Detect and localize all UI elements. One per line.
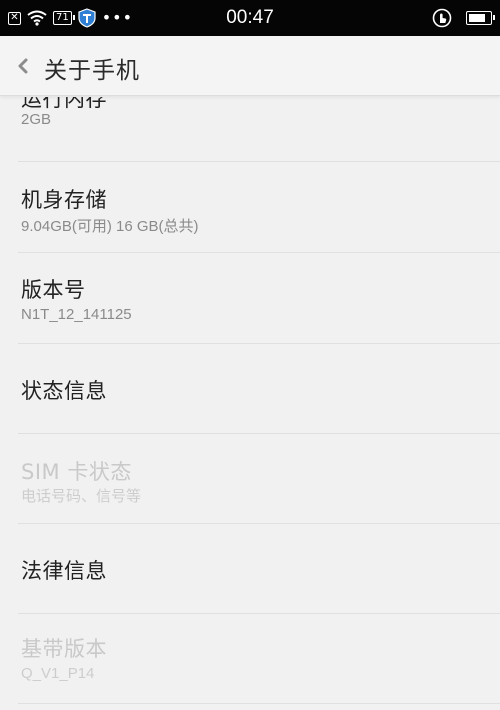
item-subtitle: 电话号码、信号等 [21,488,142,505]
settings-list: 运行内存 2GB 机身存储 9.04GB(可用) 16 GB(总共) 版本号 N… [0,97,500,710]
list-item-legal[interactable]: 法律信息 [0,524,500,614]
page-title: 关于手机 [44,58,140,84]
list-item-baseband[interactable]: 基带版本 Q_V1_P14 [0,614,500,704]
status-bar: ✕ 71 ••• 00:47 [0,0,500,36]
app-header: 关于手机 [0,36,500,96]
item-title: 法律信息 [21,559,107,583]
item-title: 版本号 [21,278,86,302]
item-subtitle: Q_V1_P14 [21,665,95,682]
item-title: 基带版本 [21,637,107,661]
status-right-icons [432,8,495,28]
item-title: SIM 卡状态 [21,460,132,484]
item-title: 机身存储 [21,188,107,212]
divider [18,703,500,704]
item-title: 状态信息 [21,379,107,403]
battery-icon [466,11,495,25]
chevron-left-icon [18,58,28,74]
item-subtitle: 2GB [21,111,52,128]
item-subtitle: N1T_12_141125 [21,306,132,323]
item-subtitle: 9.04GB(可用) 16 GB(总共) [21,218,199,235]
back-button[interactable] [10,50,36,82]
list-item-sim-status[interactable]: SIM 卡状态 电话号码、信号等 [0,434,500,524]
touch-assist-icon [432,8,452,28]
status-time: 00:47 [226,7,274,28]
list-item-version[interactable]: 版本号 N1T_12_141125 [0,253,500,343]
list-item-status[interactable]: 状态信息 [0,344,500,434]
list-item-storage[interactable]: 机身存储 9.04GB(可用) 16 GB(总共) [0,162,500,252]
